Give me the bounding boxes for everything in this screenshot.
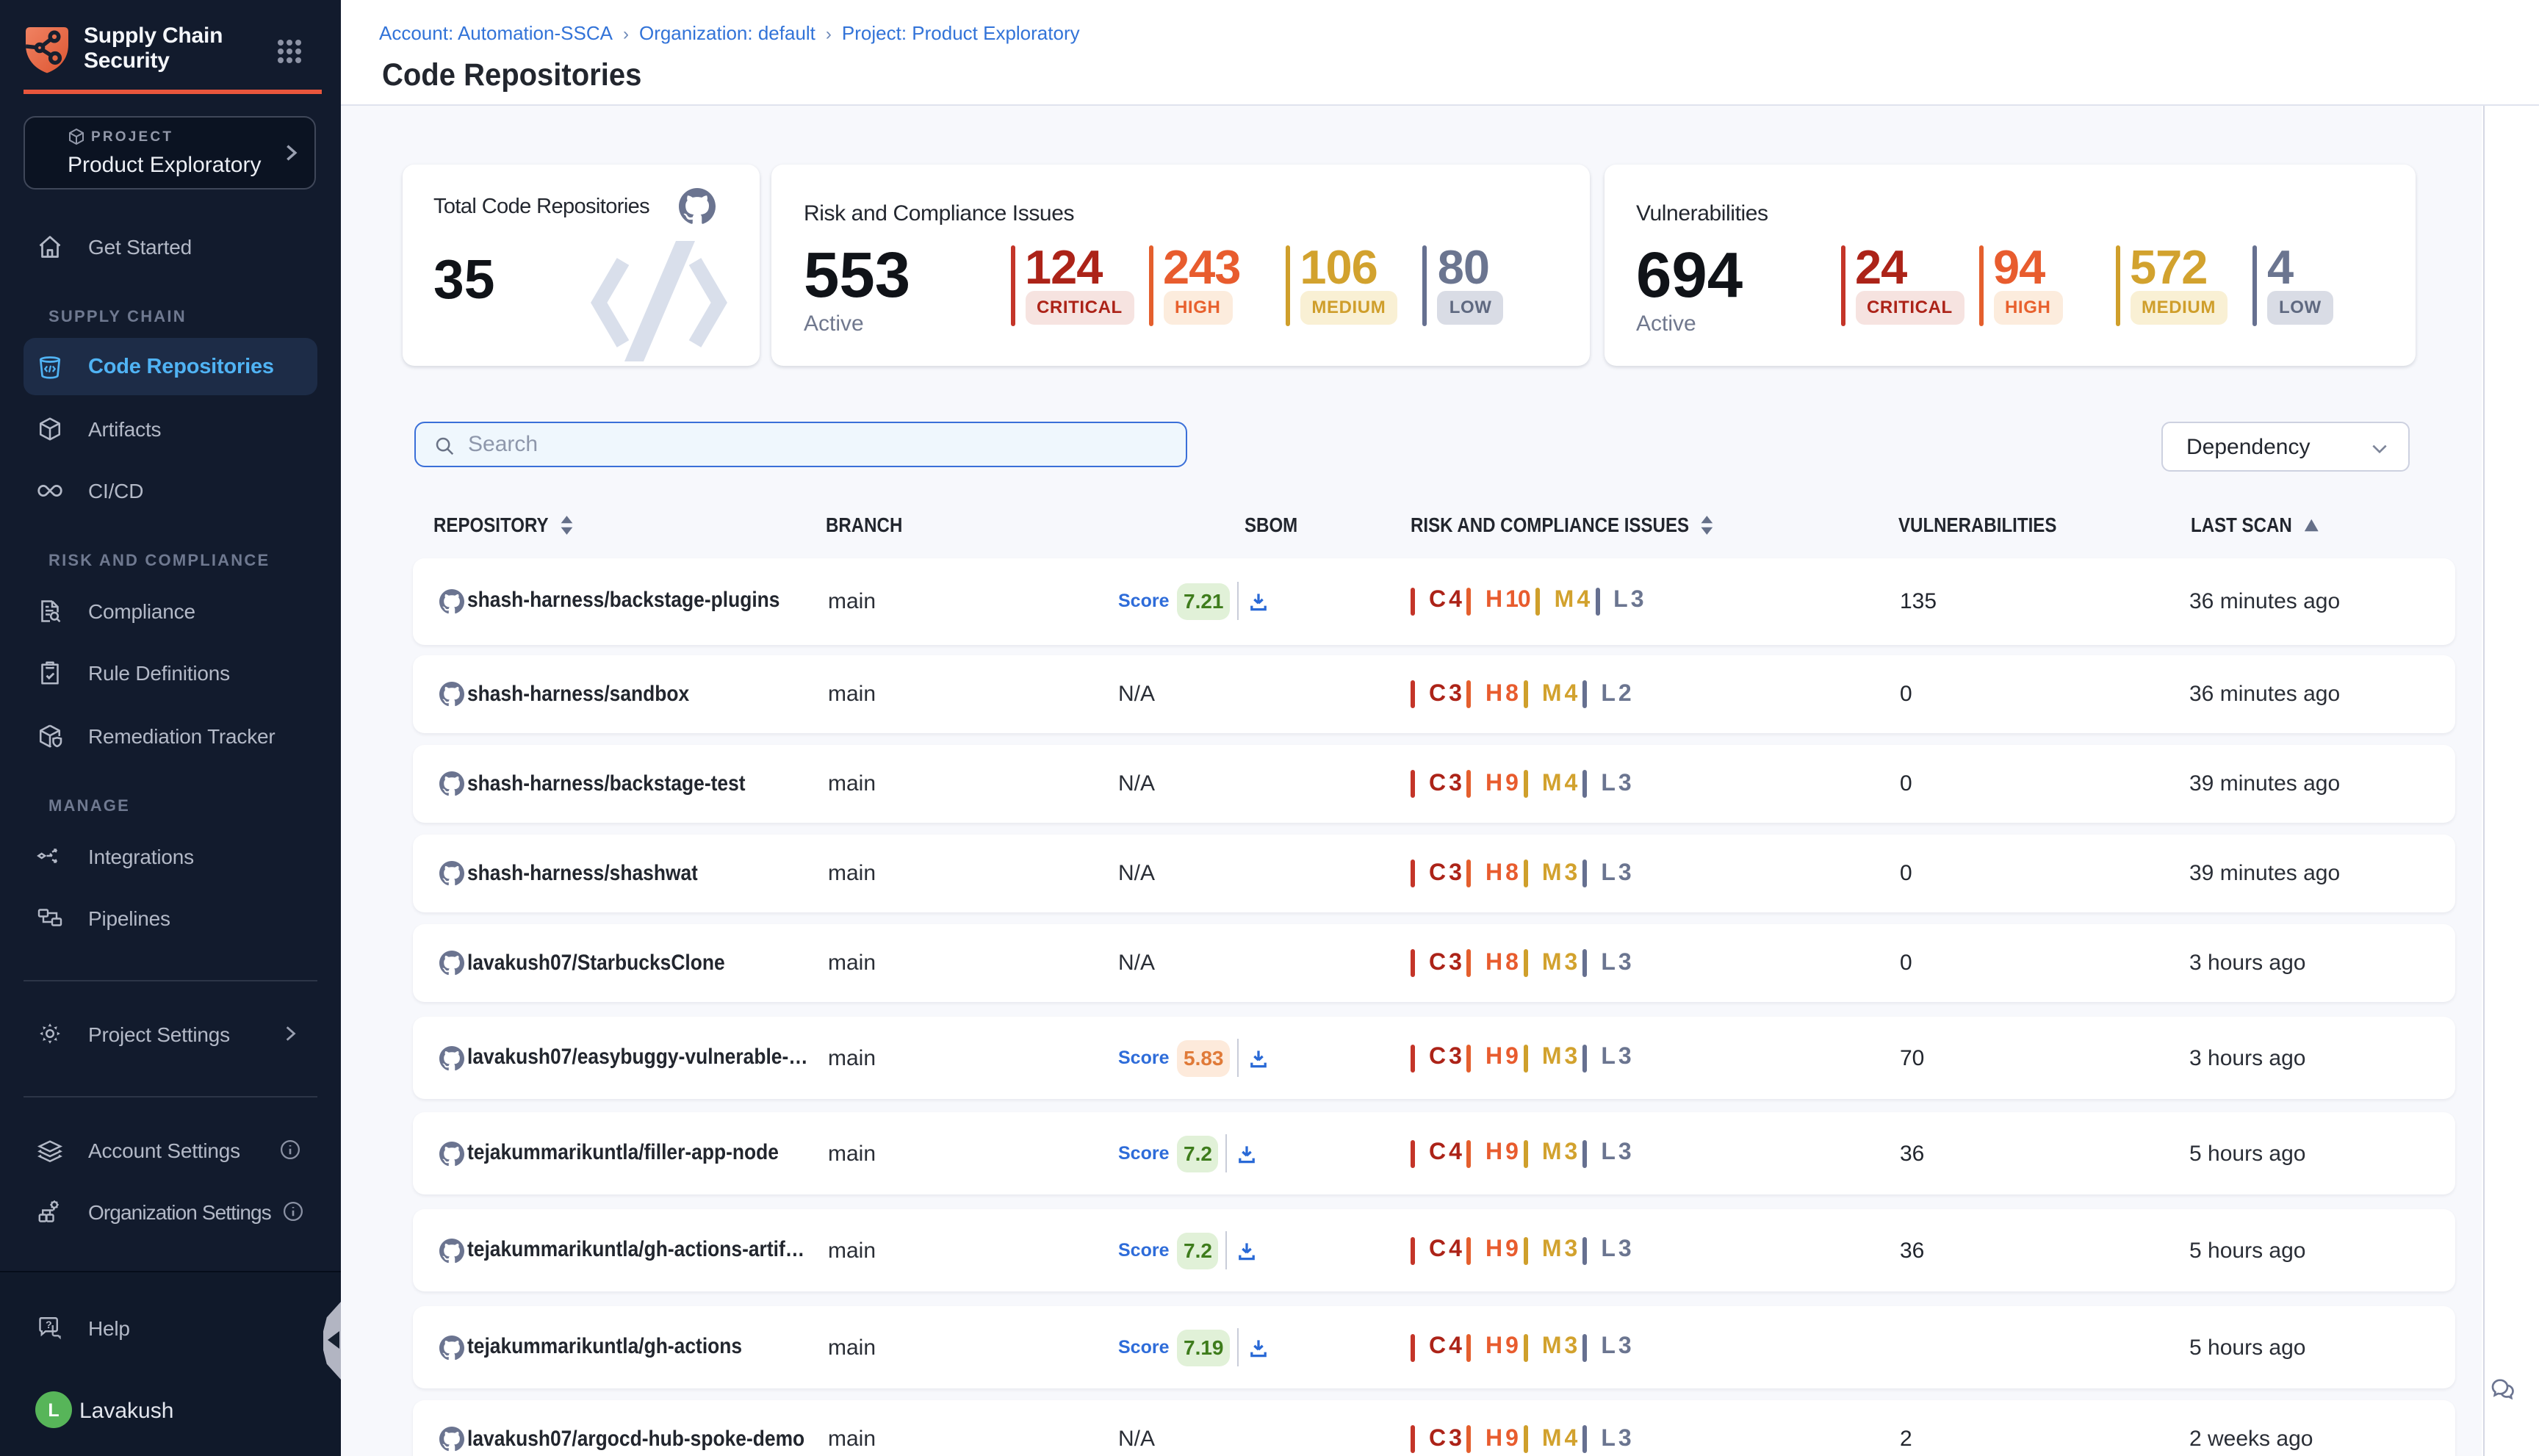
svg-text:?: ? (46, 1319, 52, 1331)
